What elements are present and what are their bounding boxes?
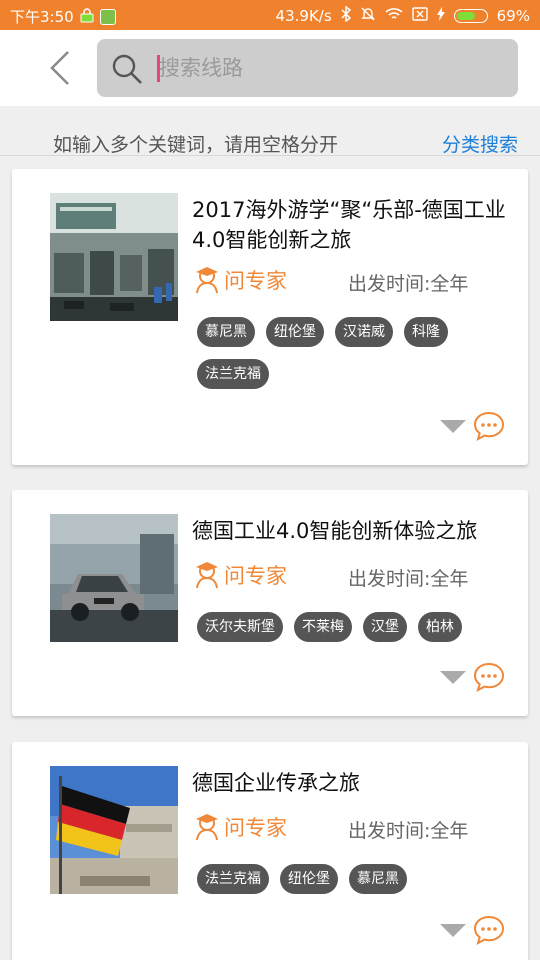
bluetooth-icon	[341, 5, 351, 26]
mute-bell-icon	[360, 6, 376, 26]
search-hint-text: 如输入多个关键词，请用空格分开	[53, 134, 339, 156]
expand-arrow-icon[interactable]	[440, 420, 466, 433]
city-tag[interactable]: 纽伦堡	[280, 864, 338, 894]
expand-arrow-icon[interactable]	[440, 671, 466, 684]
city-tags: 沃尔夫斯堡 不莱梅 汉堡 柏林	[197, 612, 517, 642]
chat-bubble-icon[interactable]	[473, 914, 505, 946]
city-tag[interactable]: 纽伦堡	[266, 317, 324, 347]
back-button[interactable]	[40, 48, 80, 88]
city-tag[interactable]: 柏林	[418, 612, 462, 642]
search-input[interactable]	[159, 39, 499, 97]
ask-expert-button[interactable]: 问专家	[194, 560, 287, 590]
city-tag[interactable]: 不莱梅	[294, 612, 352, 642]
route-title[interactable]: 德国工业4.0智能创新体验之旅	[192, 516, 512, 546]
wifi-icon	[385, 7, 403, 25]
app-notification-icon	[99, 8, 116, 25]
lock-icon	[80, 7, 94, 27]
city-tag[interactable]: 慕尼黑	[197, 317, 255, 347]
text-cursor	[157, 55, 160, 82]
city-tag[interactable]: 汉堡	[363, 612, 407, 642]
city-tag[interactable]: 科隆	[404, 317, 448, 347]
ask-expert-button[interactable]: 问专家	[194, 265, 287, 295]
status-time: 下午3:50	[10, 8, 74, 26]
route-thumbnail-flag	[50, 766, 178, 894]
chevron-left-icon	[50, 51, 69, 85]
battery-icon	[453, 9, 488, 23]
battery-percent: 69%	[496, 7, 530, 25]
route-title[interactable]: 德国企业传承之旅	[192, 768, 512, 798]
expert-avatar-icon	[196, 814, 218, 841]
city-tag[interactable]: 慕尼黑	[349, 864, 407, 894]
expert-avatar-icon	[196, 267, 218, 294]
ask-expert-label: 问专家	[224, 269, 287, 293]
expand-arrow-icon[interactable]	[440, 924, 466, 937]
city-tag[interactable]: 法兰克福	[197, 359, 269, 389]
city-tags: 法兰克福 纽伦堡 慕尼黑	[197, 864, 517, 894]
status-bar: 下午3:50 43.9K/s 69%	[0, 0, 540, 30]
city-tags: 慕尼黑 纽伦堡 汉诺威 科隆 法兰克福	[197, 317, 517, 389]
departure-time: 出发时间:全年	[348, 273, 469, 295]
ask-expert-button[interactable]: 问专家	[194, 812, 287, 842]
search-hint-row: 如输入多个关键词，请用空格分开 分类搜索	[0, 106, 540, 156]
route-card[interactable]: 德国企业传承之旅 问专家 出发时间:全年 法兰克福 纽伦堡 慕尼黑	[12, 742, 528, 960]
city-tag[interactable]: 法兰克福	[197, 864, 269, 894]
expert-avatar-icon	[196, 562, 218, 589]
ask-expert-label: 问专家	[224, 816, 287, 840]
header	[0, 30, 540, 106]
chat-bubble-icon[interactable]	[473, 410, 505, 442]
ask-expert-label: 问专家	[224, 564, 287, 588]
city-tag[interactable]: 汉诺威	[335, 317, 393, 347]
search-box[interactable]	[97, 39, 518, 97]
route-thumbnail-factory	[50, 193, 178, 321]
route-card[interactable]: 2017海外游学“聚“乐部-德国工业4.0智能创新之旅 问专家 出发时间:全年 …	[12, 169, 528, 465]
charging-icon	[436, 7, 445, 25]
departure-time: 出发时间:全年	[348, 820, 469, 842]
category-search-link[interactable]: 分类搜索	[442, 130, 518, 157]
net-speed: 43.9K/s	[275, 7, 332, 25]
route-card[interactable]: 德国工业4.0智能创新体验之旅 问专家 出发时间:全年 沃尔夫斯堡 不莱梅 汉堡…	[12, 490, 528, 716]
chat-bubble-icon[interactable]	[473, 661, 505, 693]
route-thumbnail-car	[50, 514, 178, 642]
search-icon	[112, 54, 142, 84]
city-tag[interactable]: 沃尔夫斯堡	[197, 612, 283, 642]
departure-time: 出发时间:全年	[348, 568, 469, 590]
sim-icon	[411, 7, 428, 25]
route-title[interactable]: 2017海外游学“聚“乐部-德国工业4.0智能创新之旅	[192, 195, 512, 255]
